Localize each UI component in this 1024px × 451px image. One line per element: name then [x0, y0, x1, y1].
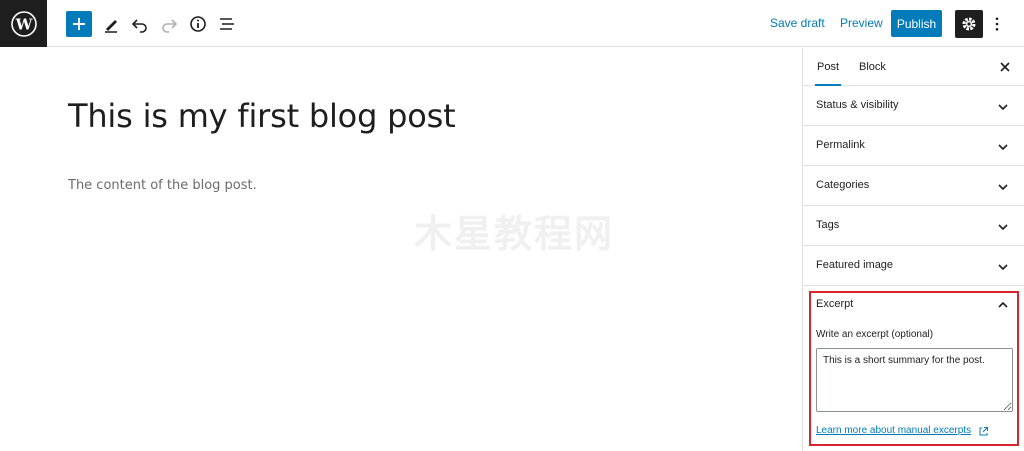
- chevron-down-icon: [997, 180, 1009, 192]
- panel-excerpt[interactable]: Excerpt: [816, 298, 853, 310]
- panel-status-visibility[interactable]: Status & visibility: [803, 86, 1024, 126]
- excerpt-field-label: Write an excerpt (optional): [816, 329, 934, 340]
- wordpress-logo-icon[interactable]: W: [0, 0, 47, 47]
- sidebar-tabs: Post Block: [803, 48, 1024, 86]
- list-view-icon: [220, 18, 234, 30]
- chevron-up-icon[interactable]: [997, 298, 1009, 310]
- panel-label: Tags: [816, 219, 840, 231]
- details-button[interactable]: [185, 11, 211, 37]
- preview-button[interactable]: Preview: [840, 16, 883, 30]
- redo-icon: [162, 19, 178, 33]
- panel-categories[interactable]: Categories: [803, 166, 1024, 206]
- external-link-icon: [978, 424, 989, 436]
- tab-post[interactable]: Post: [815, 48, 842, 86]
- panel-tags[interactable]: Tags: [803, 206, 1024, 246]
- settings-button[interactable]: [955, 10, 983, 38]
- panel-label: Status & visibility: [816, 99, 899, 111]
- add-block-button[interactable]: [66, 11, 92, 37]
- settings-sidebar: Post Block Status & visibility Permalink…: [802, 48, 1024, 451]
- editor-header: W Save draft Preview Publish: [0, 0, 1024, 47]
- excerpt-textarea[interactable]: This is a short summary for the post.: [816, 348, 1013, 412]
- plus-icon: [73, 18, 85, 30]
- publish-button[interactable]: Publish: [891, 10, 942, 37]
- redo-button[interactable]: [156, 11, 182, 37]
- panel-featured-image[interactable]: Featured image: [803, 246, 1024, 286]
- undo-button[interactable]: [127, 11, 153, 37]
- panel-label: Featured image: [816, 259, 894, 271]
- vertical-ellipsis-icon: [995, 17, 999, 31]
- post-title[interactable]: This is my first blog post: [68, 97, 456, 135]
- panel-label: Permalink: [816, 139, 865, 151]
- undo-icon: [131, 19, 147, 33]
- tools-button[interactable]: [98, 11, 124, 37]
- learn-more-excerpts-link[interactable]: Learn more about manual excerpts: [816, 425, 971, 436]
- gear-icon: [962, 17, 976, 31]
- svg-text:W: W: [14, 15, 33, 33]
- more-options-button[interactable]: [990, 12, 1004, 36]
- panel-label: Categories: [816, 179, 870, 191]
- panel-permalink[interactable]: Permalink: [803, 126, 1024, 166]
- post-content-paragraph[interactable]: The content of the blog post.: [68, 178, 257, 193]
- pencil-icon: [105, 20, 117, 33]
- watermark: 木星教程网: [414, 212, 615, 256]
- close-icon: [1000, 62, 1010, 72]
- save-draft-button[interactable]: Save draft: [770, 16, 825, 30]
- close-sidebar-button[interactable]: [998, 60, 1012, 74]
- chevron-down-icon: [997, 100, 1009, 112]
- tab-block[interactable]: Block: [859, 48, 886, 86]
- editor-canvas: This is my first blog post The content o…: [0, 48, 802, 451]
- chevron-down-icon: [997, 260, 1009, 272]
- list-view-button[interactable]: [214, 11, 240, 37]
- info-icon: [190, 16, 206, 32]
- chevron-down-icon: [997, 140, 1009, 152]
- chevron-down-icon: [997, 220, 1009, 232]
